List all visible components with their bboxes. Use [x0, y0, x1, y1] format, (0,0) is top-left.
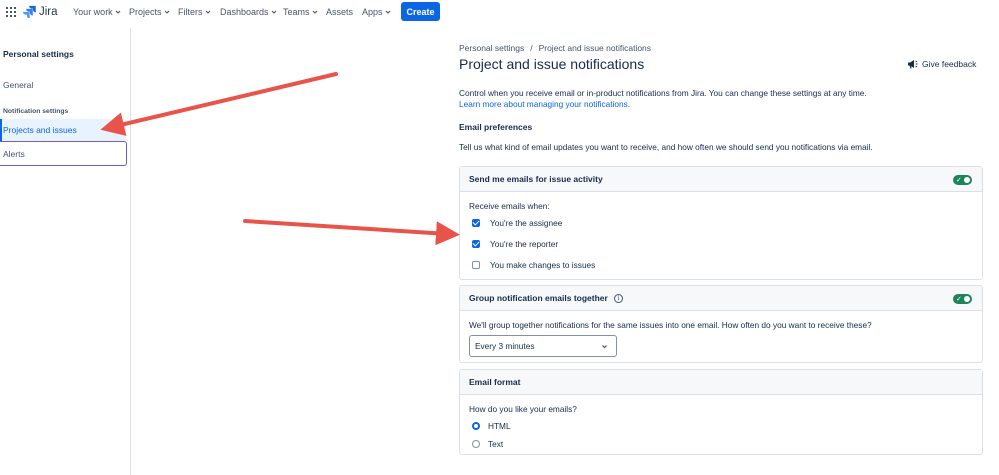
nav-label: Assets: [326, 7, 354, 17]
card-header: Send me emails for issue activity ✓: [460, 167, 982, 192]
email-format-question: How do you like your emails?: [469, 404, 577, 414]
jira-logo-icon: [23, 5, 36, 18]
group-notifications-toggle[interactable]: ✓: [953, 294, 972, 304]
checkbox-unchecked[interactable]: [472, 261, 480, 269]
nav-dashboards[interactable]: Dashboards: [220, 7, 277, 17]
megaphone-icon: [908, 60, 918, 69]
nav-label: Dashboards: [220, 7, 269, 17]
logo-text: Jira: [39, 5, 58, 18]
app-switcher-icon[interactable]: [6, 7, 16, 17]
option-label: You're the reporter: [490, 239, 559, 249]
chevron-down-icon: [164, 10, 169, 14]
issue-activity-card: Send me emails for issue activity ✓ Rece…: [459, 166, 983, 280]
checkbox-checked[interactable]: [472, 240, 480, 248]
breadcrumb-personal-settings[interactable]: Personal settings: [459, 43, 524, 53]
receive-emails-label: Receive emails when:: [469, 201, 550, 211]
nav-label: Your work: [73, 7, 113, 17]
give-feedback-button[interactable]: Give feedback: [907, 59, 976, 69]
card-title: Email format: [469, 377, 521, 387]
nav-assets[interactable]: Assets: [326, 7, 353, 17]
option-my-changes[interactable]: You make changes to issues: [472, 260, 595, 270]
radio-unselected[interactable]: [472, 440, 480, 448]
intro-text: Control when you receive email or in-pro…: [459, 88, 867, 98]
jira-logo[interactable]: Jira: [23, 5, 58, 18]
sidebar-item-projects-and-issues[interactable]: Projects and issues: [0, 119, 126, 141]
nav-filters[interactable]: Filters: [178, 7, 211, 17]
annotation-arrow-checkboxes: [243, 219, 460, 246]
settings-sidebar: Personal settings General Notification s…: [0, 28, 131, 475]
email-preferences-heading: Email preferences: [459, 122, 533, 132]
nav-apps[interactable]: Apps: [362, 7, 391, 17]
radio-selected[interactable]: [472, 422, 480, 430]
card-title: Group notification emails together: [469, 293, 608, 303]
chevron-down-icon: [271, 10, 276, 14]
give-feedback-label: Give feedback: [922, 59, 977, 69]
nav-teams[interactable]: Teams: [283, 7, 318, 17]
format-option-text[interactable]: Text: [472, 439, 503, 449]
grouping-description: We'll group together notifications for t…: [469, 320, 872, 330]
chevron-down-icon: [312, 10, 317, 14]
top-navigation: Jira Your work Projects Filters Dashboar…: [0, 0, 999, 25]
option-reporter[interactable]: You're the reporter: [472, 239, 558, 249]
issue-activity-toggle[interactable]: ✓: [953, 175, 972, 185]
nav-label: Filters: [178, 7, 203, 17]
breadcrumb-separator: /: [530, 43, 533, 53]
annotation-arrow-sidebar: [100, 72, 338, 136]
create-button[interactable]: Create: [401, 2, 440, 21]
frequency-select[interactable]: Every 3 minutes: [469, 335, 617, 357]
format-option-html[interactable]: HTML: [472, 421, 511, 431]
nav-projects[interactable]: Projects: [129, 7, 170, 17]
nav-your-work[interactable]: Your work: [73, 7, 121, 17]
check-icon: ✓: [956, 176, 962, 184]
nav-label: Teams: [283, 7, 310, 17]
sidebar-item-label: Projects and issues: [3, 125, 77, 135]
group-notifications-card: Group notification emails together i ✓ W…: [459, 285, 983, 363]
chevron-down-icon: [602, 345, 607, 349]
sidebar-item-alerts[interactable]: Alerts: [0, 141, 127, 166]
sidebar-item-general[interactable]: General: [3, 80, 33, 90]
sidebar-title: Personal settings: [3, 49, 74, 59]
chevron-down-icon: [385, 10, 390, 14]
sidebar-item-label: Alerts: [3, 148, 25, 159]
card-header: Group notification emails together i ✓: [460, 286, 982, 311]
format-label: Text: [488, 439, 504, 449]
option-label: You're the assignee: [490, 218, 563, 228]
breadcrumb: Personal settings / Project and issue no…: [459, 43, 651, 53]
card-header: Email format: [460, 370, 982, 395]
sidebar-section-label: Notification settings: [3, 108, 69, 115]
nav-label: Projects: [129, 7, 162, 17]
email-preferences-description: Tell us what kind of email updates you w…: [459, 142, 873, 152]
option-label: You make changes to issues: [490, 260, 596, 270]
option-assignee[interactable]: You're the assignee: [472, 218, 562, 228]
email-format-card: Email format How do you like your emails…: [459, 369, 983, 455]
learn-more-link[interactable]: Learn more about managing your notificat…: [459, 99, 630, 109]
nav-label: Apps: [362, 7, 383, 17]
frequency-select-value: Every 3 minutes: [475, 341, 535, 351]
chevron-down-icon: [115, 10, 121, 14]
format-label: HTML: [488, 421, 511, 431]
page-title: Project and issue notifications: [459, 56, 645, 72]
check-icon: ✓: [956, 295, 962, 303]
card-title: Send me emails for issue activity: [469, 174, 603, 184]
checkbox-checked[interactable]: [472, 219, 480, 227]
chevron-down-icon: [205, 10, 210, 14]
breadcrumb-current[interactable]: Project and issue notifications: [539, 43, 651, 53]
info-icon[interactable]: i: [613, 293, 623, 303]
